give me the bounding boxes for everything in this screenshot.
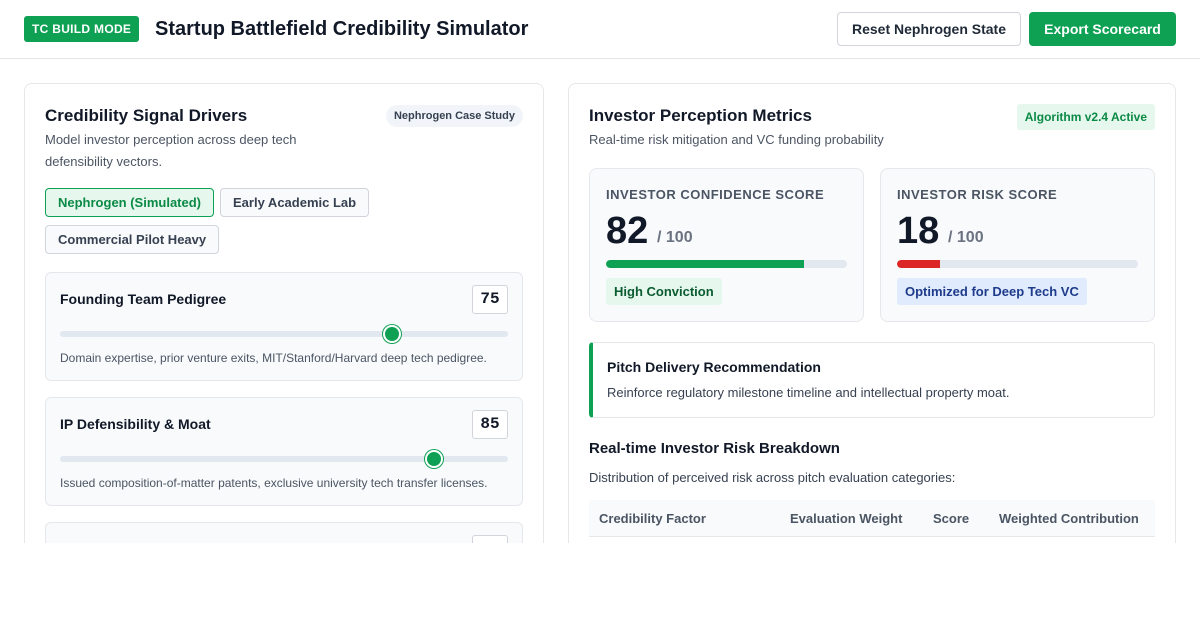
breakdown-title: Real-time Investor Risk Breakdown: [589, 440, 840, 457]
driver-value[interactable]: 85: [472, 410, 508, 439]
reset-state-button[interactable]: Reset Nephrogen State: [837, 12, 1021, 46]
confidence-score-card: INVESTOR CONFIDENCE SCORE 82 / 100 High …: [589, 168, 864, 322]
recommendation-title: Pitch Delivery Recommendation: [607, 359, 821, 375]
tab-nephrogen[interactable]: Nephrogen (Simulated): [45, 188, 215, 217]
risk-bar-fill: [897, 260, 941, 268]
risk-label: INVESTOR RISK SCORE: [897, 187, 1058, 202]
driver-value[interactable]: [472, 535, 508, 543]
tab-early-academic-lab[interactable]: Early Academic Lab: [220, 188, 370, 217]
driver-value[interactable]: 75: [472, 285, 508, 314]
top-bar: TC BUILD MODE Startup Battlefield Credib…: [0, 0, 1200, 59]
driver-label: IP Defensibility & Moat: [60, 416, 211, 432]
build-mode-badge: TC BUILD MODE: [24, 16, 140, 42]
recommendation-text: Reinforce regulatory milestone timeline …: [607, 385, 1010, 400]
risk-score: 18: [897, 210, 940, 252]
confidence-score: 82: [606, 210, 649, 252]
breakdown-table-header: Credibility Factor Evaluation Weight Sco…: [589, 500, 1155, 537]
perception-metrics-panel: Investor Perception Metrics Real-time ri…: [568, 83, 1176, 543]
algorithm-badge: Algorithm v2.4 Active: [1016, 104, 1155, 130]
export-scorecard-button[interactable]: Export Scorecard: [1029, 12, 1176, 46]
driver-description: Domain expertise, prior venture exits, M…: [60, 351, 487, 365]
column-header: Score: [933, 511, 970, 526]
risk-max: / 100: [948, 229, 984, 246]
founding-team-slider[interactable]: [60, 325, 508, 343]
app-title: Startup Battlefield Credibility Simulato…: [155, 18, 529, 40]
confidence-bar: [606, 260, 847, 268]
driver-description: Issued composition-of-matter patents, ex…: [60, 476, 488, 490]
main-content: Credibility Signal Drivers Model investo…: [0, 59, 1200, 543]
column-header: Weighted Contribution: [999, 511, 1139, 526]
driver-ip-defensibility: IP Defensibility & Moat 85 Issued compos…: [45, 397, 523, 506]
drivers-title: Credibility Signal Drivers: [45, 106, 248, 125]
drivers-subtitle: Model investor perception across deep te…: [45, 132, 297, 169]
column-header: Evaluation Weight: [790, 511, 903, 526]
confidence-badge: High Conviction: [606, 278, 722, 305]
slider-thumb[interactable]: [425, 450, 444, 468]
slider-thumb[interactable]: [382, 325, 401, 343]
risk-bar: [897, 260, 1138, 268]
ip-defensibility-slider[interactable]: [60, 450, 508, 468]
driver-third: [45, 522, 523, 543]
pitch-recommendation: Pitch Delivery Recommendation Reinforce …: [589, 342, 1155, 418]
risk-score-card: INVESTOR RISK SCORE 18 / 100 Optimized f…: [880, 168, 1155, 322]
confidence-label: INVESTOR CONFIDENCE SCORE: [606, 187, 825, 202]
risk-badge: Optimized for Deep Tech VC: [897, 278, 1087, 305]
confidence-bar-fill: [606, 260, 804, 268]
column-header: Credibility Factor: [599, 511, 706, 526]
metrics-title: Investor Perception Metrics: [589, 106, 812, 125]
signal-drivers-panel: Credibility Signal Drivers Model investo…: [24, 83, 544, 543]
case-study-badge: Nephrogen Case Study: [385, 105, 523, 127]
breakdown-description: Distribution of perceived risk across pi…: [589, 470, 956, 485]
confidence-max: / 100: [657, 229, 693, 246]
metrics-subtitle: Real-time risk mitigation and VC funding…: [589, 132, 884, 147]
driver-founding-team: Founding Team Pedigree 75 Domain experti…: [45, 272, 523, 381]
tab-commercial-pilot-heavy[interactable]: Commercial Pilot Heavy: [45, 225, 220, 254]
driver-label: Founding Team Pedigree: [60, 291, 227, 307]
